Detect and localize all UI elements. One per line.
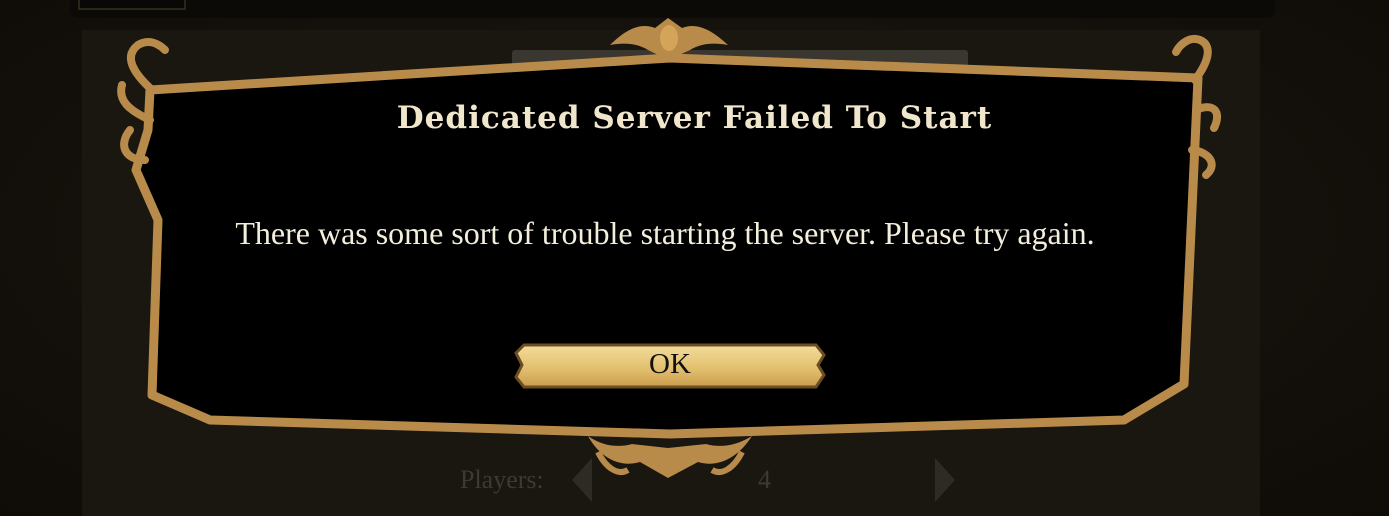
dialog-title: Dedicated Server Failed To Start xyxy=(396,100,993,136)
ok-button-label: OK xyxy=(649,348,691,380)
ok-button[interactable]: OK xyxy=(514,343,826,389)
dialog-message: There was some sort of trouble starting … xyxy=(235,215,1095,251)
dialog-frame xyxy=(117,18,1222,478)
crest-ornament-bottom xyxy=(588,436,752,478)
crest-ornament-top xyxy=(610,18,728,60)
